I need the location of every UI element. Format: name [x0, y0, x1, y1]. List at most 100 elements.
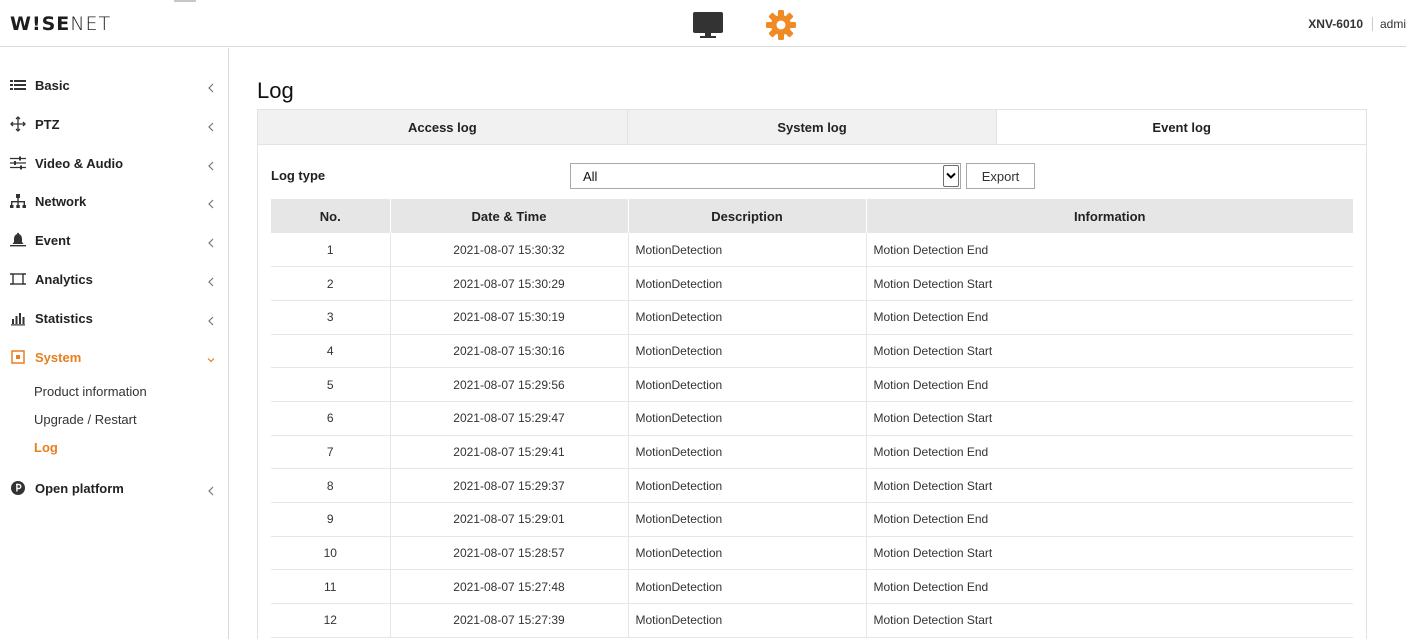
cell-description: MotionDetection [628, 502, 867, 537]
table-row[interactable]: 8 2021-08-07 15:29:37 MotionDetection Motio… [271, 468, 1353, 503]
bell-icon [10, 232, 26, 248]
cell-no: 8 [271, 468, 391, 503]
cell-description: MotionDetection [628, 300, 867, 335]
cell-date-time: 2021-08-07 15:27:39 [390, 603, 629, 638]
table-row[interactable]: 12 2021-08-07 15:27:39 MotionDetection Moti… [271, 603, 1353, 638]
cell-description: MotionDetection [628, 266, 867, 301]
table-row[interactable]: 11 2021-08-07 15:27:48 MotionDetection Moti… [271, 569, 1353, 605]
top-header: W!SENET XNV-6010 admin [0, 0, 1406, 47]
chevron-left-icon [207, 119, 215, 132]
sidebar-item-label: Basic [35, 77, 70, 93]
cell-date-time: 2021-08-07 15:29:01 [390, 502, 629, 537]
sidebar-item-network[interactable]: Network [0, 189, 228, 213]
device-model: XNV-6010 [1308, 17, 1373, 31]
cell-description: MotionDetection [628, 233, 867, 268]
chevron-left-icon [207, 158, 215, 171]
table-row[interactable]: 2 2021-08-07 15:30:29 MotionDetection Motio… [271, 266, 1353, 301]
tab-access-log[interactable]: Access log [258, 110, 628, 144]
cell-no: 9 [271, 502, 391, 537]
cell-no: 4 [271, 334, 391, 369]
cell-information: Motion Detection Start [866, 468, 1353, 503]
system-icon [10, 349, 26, 365]
table-row[interactable]: 6 2021-08-07 15:29:47 MotionDetection Motio… [271, 401, 1353, 436]
table-row[interactable]: 9 2021-08-07 15:29:01 MotionDetection Motio… [271, 502, 1353, 537]
sidebar-item-label: Open platform [35, 480, 124, 496]
column-header-date-time[interactable]: Date & Time [390, 199, 629, 233]
tab-system-log[interactable]: System log [627, 110, 998, 144]
sidebar-item-open-platform[interactable]: Open platform [0, 476, 228, 500]
table-row[interactable]: 10 2021-08-07 15:28:57 MotionDetection Moti… [271, 536, 1353, 571]
tab-event-log[interactable]: Event log [997, 110, 1367, 144]
table-row[interactable]: 7 2021-08-07 15:29:41 MotionDetection Motio… [271, 435, 1353, 470]
network-icon [10, 193, 26, 209]
sidebar-subitem-log[interactable]: Log [34, 440, 58, 455]
cell-no: 3 [271, 300, 391, 335]
sidebar-subitem-product-information[interactable]: Product information [34, 384, 147, 399]
sidebar-item-label: Event [35, 232, 71, 248]
sliders-icon [10, 155, 26, 171]
cell-description: MotionDetection [628, 367, 867, 402]
table-header-row: No. Date & Time Description Information [271, 199, 1353, 233]
bar-chart-icon [10, 310, 26, 326]
cell-information: Motion Detection Start [866, 334, 1353, 369]
monitor-icon[interactable] [692, 11, 724, 39]
cell-description: MotionDetection [628, 569, 867, 605]
sidebar-item-video-audio[interactable]: Video & Audio [0, 151, 228, 175]
cell-date-time: 2021-08-07 15:29:56 [390, 367, 629, 402]
column-header-no[interactable]: No. [271, 199, 391, 233]
event-log-table: No. Date & Time Description Information … [271, 199, 1353, 638]
cell-information: Motion Detection End [866, 569, 1353, 605]
cell-description: MotionDetection [628, 334, 867, 369]
cell-no: 5 [271, 367, 391, 402]
sidebar-item-label: Video & Audio [35, 155, 124, 171]
cell-no: 2 [271, 266, 391, 301]
cell-date-time: 2021-08-07 15:30:19 [390, 300, 629, 335]
chevron-left-icon [207, 274, 215, 287]
sidebar-item-ptz[interactable]: PTZ [0, 112, 228, 136]
cell-date-time: 2021-08-07 15:29:47 [390, 401, 629, 436]
cell-description: MotionDetection [628, 468, 867, 503]
sidebar-subitem-upgrade-restart[interactable]: Upgrade / Restart [34, 412, 137, 427]
chevron-left-icon [207, 235, 215, 248]
sidebar-item-basic[interactable]: Basic [0, 73, 228, 97]
sidebar-item-label: Analytics [35, 271, 93, 287]
cell-no: 12 [271, 603, 391, 638]
export-button[interactable]: Export [966, 163, 1035, 189]
cell-information: Motion Detection End [866, 502, 1353, 537]
sidebar-item-analytics[interactable]: Analytics [0, 267, 228, 291]
table-row[interactable]: 5 2021-08-07 15:29:56 MotionDetection Motio… [271, 367, 1353, 402]
header-divider [174, 0, 196, 2]
cell-information: Motion Detection Start [866, 401, 1353, 436]
sidebar [0, 48, 229, 639]
cell-no: 1 [271, 233, 391, 268]
cell-information: Motion Detection End [866, 435, 1353, 470]
column-header-information[interactable]: Information [866, 199, 1353, 233]
cell-no: 11 [271, 569, 391, 605]
table-row[interactable]: 3 2021-08-07 15:30:19 MotionDetection Motio… [271, 300, 1353, 335]
sidebar-item-event[interactable]: Event [0, 228, 228, 252]
cell-description: MotionDetection [628, 435, 867, 470]
column-header-description[interactable]: Description [628, 199, 867, 233]
cell-information: Motion Detection Start [866, 536, 1353, 571]
cell-no: 10 [271, 536, 391, 571]
cell-description: MotionDetection [628, 603, 867, 638]
cell-no: 7 [271, 435, 391, 470]
chevron-left-icon [207, 313, 215, 326]
header-user-area: XNV-6010 admin [1308, 14, 1406, 34]
open-platform-icon [10, 480, 26, 496]
gear-icon[interactable] [765, 9, 797, 41]
cell-date-time: 2021-08-07 15:29:41 [390, 435, 629, 470]
user-name[interactable]: admin [1380, 17, 1406, 31]
table-row[interactable]: 4 2021-08-07 15:30:16 MotionDetection Motio… [271, 334, 1353, 369]
chevron-left-icon [207, 80, 215, 93]
sidebar-item-statistics[interactable]: Statistics [0, 306, 228, 330]
table-row[interactable]: 1 2021-08-07 15:30:32 MotionDetection Motio… [271, 233, 1353, 268]
cell-date-time: 2021-08-07 15:30:29 [390, 266, 629, 301]
sidebar-item-system[interactable]: System [0, 345, 228, 369]
page-title: Log [257, 78, 294, 103]
log-type-select[interactable]: All [570, 163, 961, 189]
sidebar-item-label: PTZ [35, 116, 60, 132]
cell-no: 6 [271, 401, 391, 436]
cell-date-time: 2021-08-07 15:28:57 [390, 536, 629, 571]
list-icon [10, 77, 26, 93]
